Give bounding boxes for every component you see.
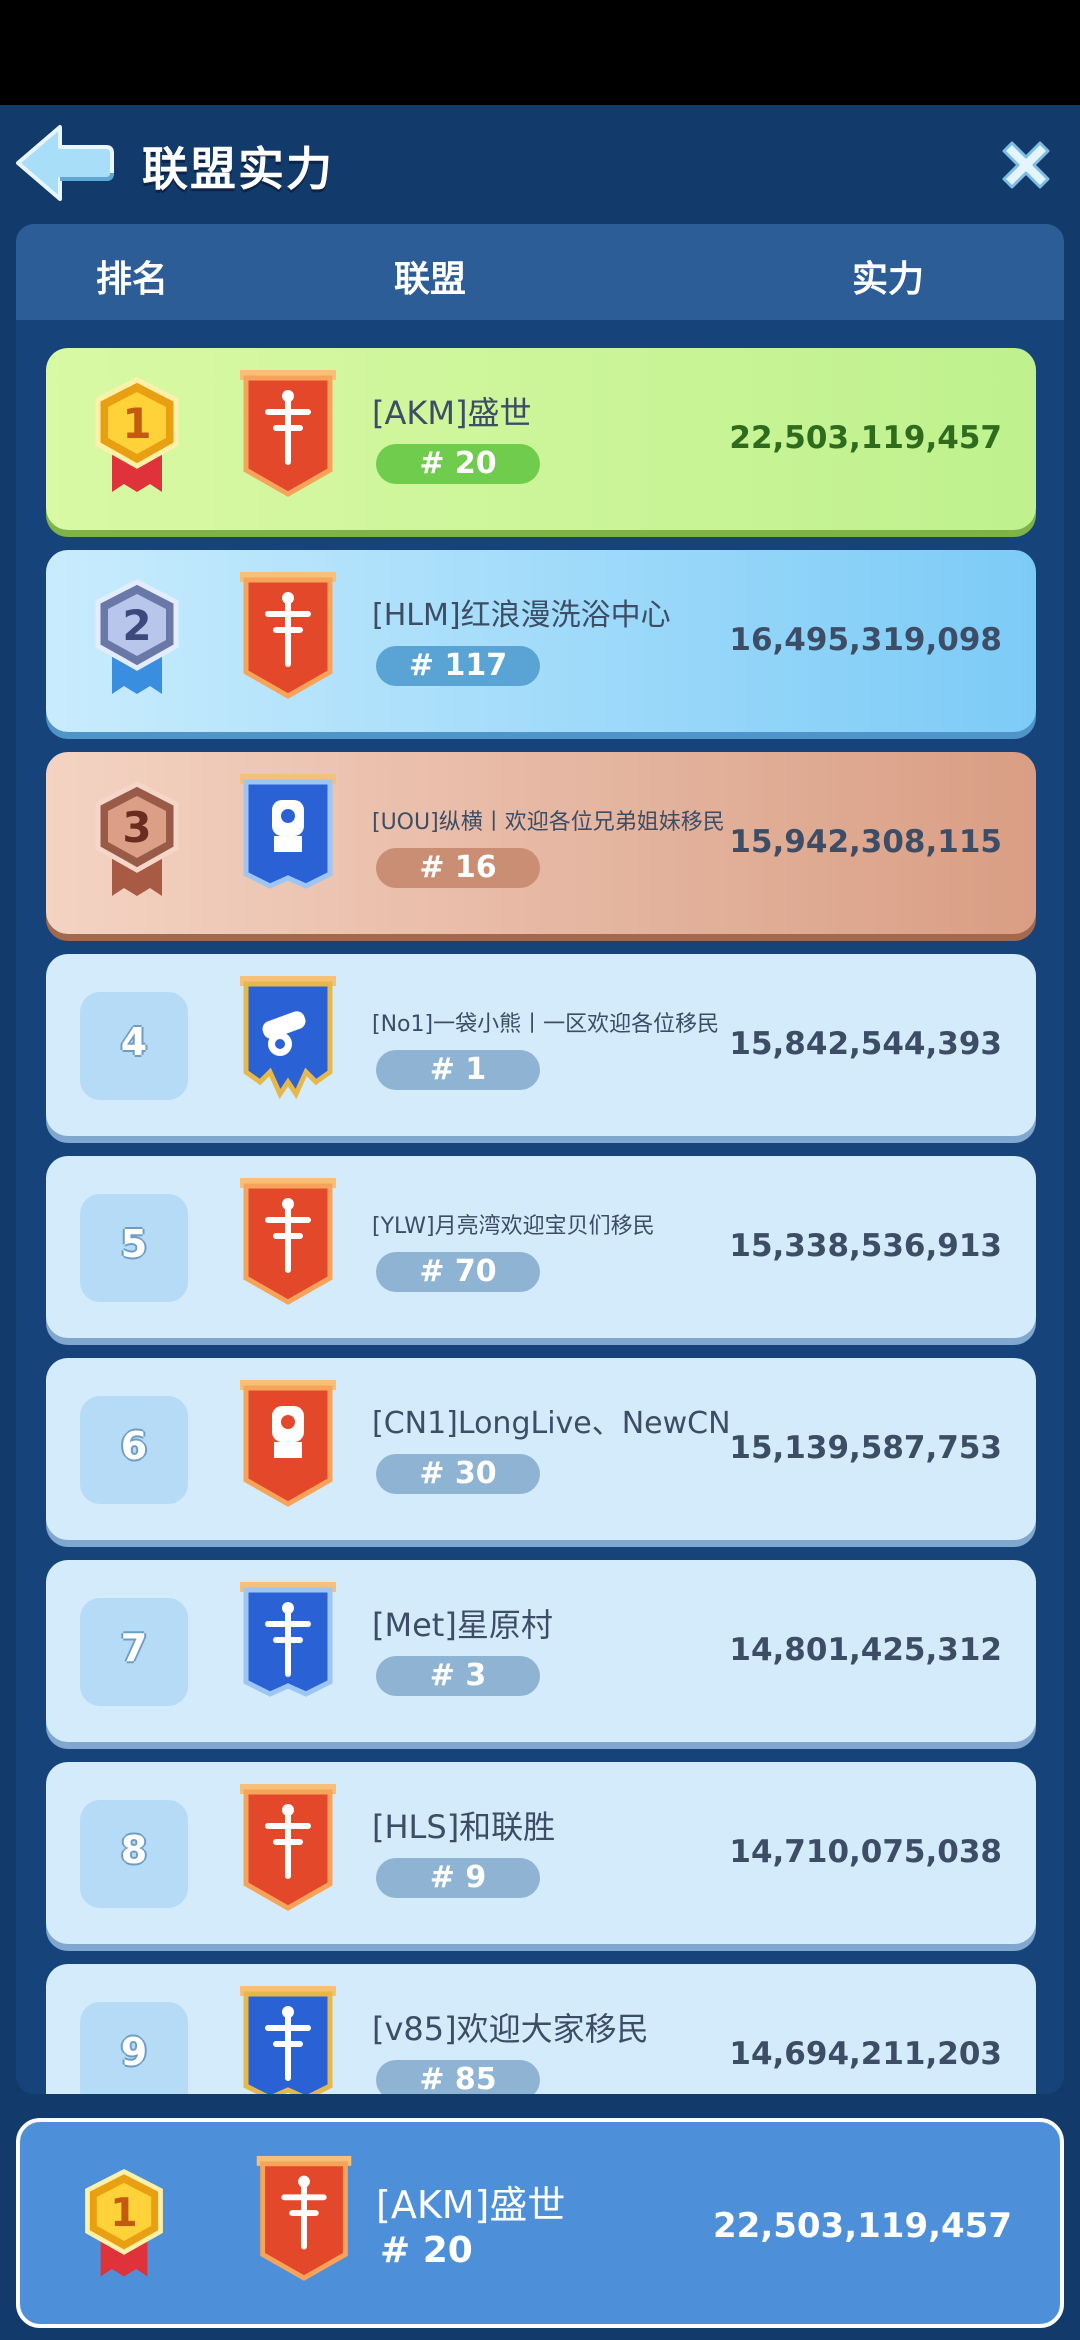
alliance-power: 15,942,308,115	[729, 824, 1002, 860]
close-button[interactable]	[994, 133, 1058, 197]
column-header: 排名 联盟 实力	[16, 224, 1064, 320]
server-tag: # 16	[376, 848, 540, 888]
alliance-banner-icon	[240, 1178, 336, 1305]
ranking-row[interactable]: 3 [UOU]纵横丨欢迎各位兄弟姐妹移民 # 16 15,942,308,115	[46, 752, 1036, 934]
ranking-row[interactable]: 1 [AKM]盛世 # 20 22,503,119,457	[46, 348, 1036, 530]
ranking-panel: 排名 联盟 实力 1 [AKM]盛世 # 20 22,503,119,457 2…	[16, 224, 1064, 2094]
ranking-row[interactable]: 9 [v85]欢迎大家移民 # 85 14,694,211,203	[46, 1964, 1036, 2094]
alliance-name: [YLW]月亮湾欢迎宝贝们移民	[372, 1214, 655, 1239]
ranking-row[interactable]: 7 [Met]星原村 # 3 14,801,425,312	[46, 1560, 1036, 1742]
alliance-power: 16,495,319,098	[729, 622, 1002, 658]
alliance-power: 14,694,211,203	[729, 2036, 1002, 2072]
alliance-banner-icon	[240, 976, 336, 1100]
ranking-row[interactable]: 8 [HLS]和联胜 # 9 14,710,075,038	[46, 1762, 1036, 1944]
alliance-banner-icon	[256, 2155, 352, 2281]
rank-number-box: 8	[80, 1800, 188, 1908]
ranking-row[interactable]: 4 [No1]一袋小熊丨一区欢迎各位移民 # 1 15,842,544,393	[46, 954, 1036, 1136]
my-alliance-name: [AKM]盛世	[376, 2183, 566, 2227]
rank-number: 9	[120, 2030, 148, 2074]
rank-number-box: 5	[80, 1194, 188, 1302]
my-alliance-power: 22,503,119,457	[713, 2206, 1012, 2246]
rank-number-box: 9	[80, 2002, 188, 2094]
alliance-power: 15,338,536,913	[729, 1228, 1002, 1264]
rank-number: 8	[120, 1828, 148, 1872]
ranking-list[interactable]: 1 [AKM]盛世 # 20 22,503,119,457 2 [HLM]红浪漫…	[16, 348, 1064, 2094]
alliance-name: [AKM]盛世	[372, 394, 532, 432]
alliance-name: [CN1]LongLive、NewCN	[372, 1406, 731, 1441]
server-tag: # 85	[376, 2060, 540, 2094]
alliance-name: [v85]欢迎大家移民	[372, 2010, 649, 2048]
alliance-banner-icon	[240, 1582, 336, 1697]
bronze-medal-icon: 3	[95, 781, 179, 896]
header: 联盟实力	[0, 105, 1080, 225]
svg-text:3: 3	[122, 803, 151, 852]
server-tag: # 117	[376, 646, 540, 686]
ranking-row[interactable]: 6 [CN1]LongLive、NewCN # 30 15,139,587,75…	[46, 1358, 1036, 1540]
rank-number-box: 7	[80, 1598, 188, 1706]
alliance-power: 15,842,544,393	[729, 1026, 1002, 1062]
column-alliance: 联盟	[394, 259, 467, 300]
alliance-name: [HLM]红浪漫洗浴中心	[372, 598, 671, 633]
server-tag: # 70	[376, 1252, 540, 1292]
silver-medal-icon: 2	[95, 579, 179, 694]
server-tag: # 1	[376, 1050, 540, 1090]
back-button[interactable]	[14, 121, 114, 205]
alliance-power: 15,139,587,753	[729, 1430, 1002, 1466]
alliance-power: 14,801,425,312	[729, 1632, 1002, 1668]
rank-number: 7	[120, 1626, 148, 1670]
svg-text:1: 1	[122, 399, 151, 448]
ranking-row[interactable]: 5 [YLW]月亮湾欢迎宝贝们移民 # 70 15,338,536,913	[46, 1156, 1036, 1338]
alliance-banner-icon	[240, 1986, 336, 2094]
alliance-banner-icon	[240, 572, 336, 699]
my-alliance-bar[interactable]: 1 [AKM]盛世 # 20 22,503,119,457	[16, 2118, 1064, 2328]
alliance-power: 22,503,119,457	[729, 420, 1002, 456]
server-tag: # 30	[376, 1454, 540, 1494]
rank-number-box: 4	[80, 992, 188, 1100]
alliance-banner-icon	[240, 370, 336, 497]
alliance-name: [No1]一袋小熊丨一区欢迎各位移民	[372, 1012, 720, 1037]
gold-medal-icon: 1	[95, 377, 179, 492]
gold-medal-icon: 1	[85, 2168, 163, 2277]
svg-text:2: 2	[122, 601, 151, 650]
ranking-row[interactable]: 2 [HLM]红浪漫洗浴中心 # 117 16,495,319,098	[46, 550, 1036, 732]
status-bar	[0, 0, 1080, 105]
alliance-banner-icon	[240, 774, 336, 889]
rank-number: 5	[120, 1222, 148, 1266]
alliance-name: [UOU]纵横丨欢迎各位兄弟姐妹移民	[372, 810, 725, 835]
rank-number: 6	[120, 1424, 148, 1468]
column-rank: 排名	[96, 259, 169, 300]
alliance-power: 14,710,075,038	[729, 1834, 1002, 1870]
page-title: 联盟实力	[142, 142, 334, 196]
server-tag: # 3	[376, 1656, 540, 1696]
alliance-name: [Met]星原村	[372, 1606, 553, 1644]
close-icon	[1002, 141, 1050, 189]
my-server-tag: # 20	[380, 2230, 473, 2271]
alliance-banner-icon	[240, 1380, 336, 1507]
server-tag: # 20	[376, 444, 540, 484]
alliance-banner-icon	[240, 1784, 336, 1911]
alliance-name: [HLS]和联胜	[372, 1808, 556, 1846]
column-power: 实力	[852, 259, 925, 300]
svg-text:1: 1	[110, 2190, 137, 2236]
server-tag: # 9	[376, 1858, 540, 1898]
rank-number-box: 6	[80, 1396, 188, 1504]
rank-number: 4	[120, 1020, 148, 1064]
back-arrow-icon	[16, 125, 114, 201]
